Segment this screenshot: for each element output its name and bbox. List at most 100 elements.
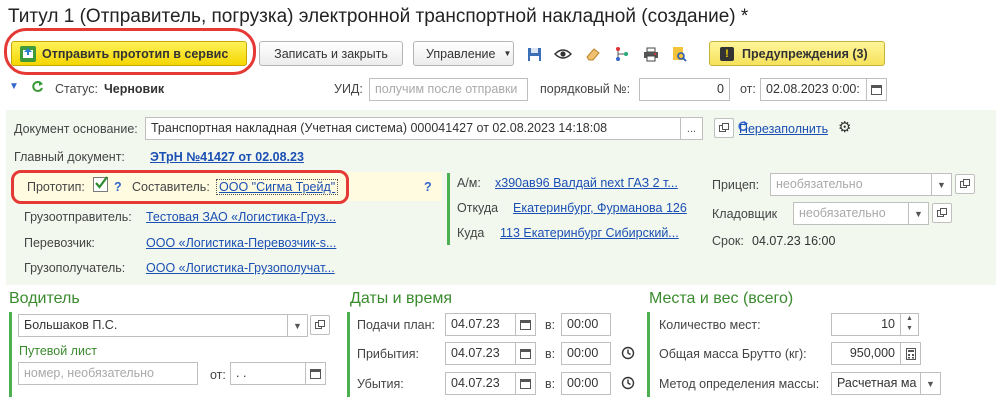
status-value: Черновик xyxy=(104,82,165,96)
gross-weight-field[interactable]: 950,000 xyxy=(831,342,901,365)
eye-icon[interactable] xyxy=(553,44,573,64)
waybill-label: Путевой лист xyxy=(19,344,97,358)
find-document-icon[interactable] xyxy=(669,44,689,64)
departure-label: Убытия: xyxy=(357,377,404,391)
arrival-clock-icon[interactable] xyxy=(621,346,635,363)
storekeeper-label: Кладовщик xyxy=(712,207,778,221)
vehicle-link[interactable]: х390ав96 Валдай next ГАЗ 2 т... xyxy=(495,176,687,190)
submit-date-field[interactable]: 04.07.23 xyxy=(445,313,516,336)
calendar-icon[interactable] xyxy=(867,78,887,101)
save-close-button[interactable]: Записать и закрыть xyxy=(259,41,403,66)
shipper-label: Грузоотправитель: xyxy=(24,210,132,224)
eraser-icon[interactable] xyxy=(583,44,603,64)
places-heading: Места и вес (всего) xyxy=(649,290,794,307)
waybill-date-field[interactable]: . . xyxy=(230,362,306,385)
calculator-icon[interactable] xyxy=(901,342,921,365)
warnings-button[interactable]: ! Предупреждения (3) xyxy=(709,41,885,66)
base-doc-field[interactable]: Транспортная накладная (Учетная система)… xyxy=(145,117,681,140)
dates-accent-bar xyxy=(347,312,350,397)
trailer-field[interactable]: необязательно xyxy=(770,173,932,196)
places-count-field[interactable]: 10 xyxy=(831,313,901,336)
submit-at-label: в: xyxy=(545,318,556,332)
date-from-label: от: xyxy=(740,82,756,96)
window-title: Титул 1 (Отправитель, погрузка) электрон… xyxy=(8,6,749,27)
main-doc-link[interactable]: ЭТрН №41427 от 02.08.23 xyxy=(150,150,304,164)
places-accent-bar xyxy=(647,312,650,397)
warnings-label: Предупреждения (3) xyxy=(742,46,868,61)
waybill-calendar-icon[interactable] xyxy=(306,362,326,385)
places-count-label: Количество мест: xyxy=(659,318,761,332)
ellipsis-button[interactable]: ... xyxy=(681,117,703,140)
arrival-label: Прибытия: xyxy=(357,347,420,361)
departure-at-label: в: xyxy=(545,377,556,391)
chevron-down-icon: ▼ xyxy=(503,49,512,58)
warning-icon: ! xyxy=(720,46,734,61)
weight-method-dropdown-icon[interactable]: ▼ xyxy=(921,372,941,395)
term-label: Срок: xyxy=(712,234,744,248)
term-value: 04.07.23 16:00 xyxy=(752,234,836,248)
main-doc-label: Главный документ: xyxy=(14,150,125,164)
departure-date-field[interactable]: 04.07.23 xyxy=(445,372,516,395)
document-date-field[interactable]: 02.08.2023 0:00: xyxy=(760,78,867,101)
structure-icon[interactable] xyxy=(612,44,632,64)
shipper-link[interactable]: Тестовая ЗАО «Логистика-Груз... xyxy=(146,210,342,224)
trailer-label: Прицеп: xyxy=(712,178,760,192)
route-from-link[interactable]: Екатеринбург, Фурманова 126 xyxy=(513,201,687,215)
dates-heading: Даты и время xyxy=(350,290,452,307)
arrival-calendar-icon[interactable] xyxy=(516,342,536,365)
composer-help-icon[interactable]: ? xyxy=(424,180,432,194)
save-icon[interactable] xyxy=(524,44,544,64)
highlight-oval xyxy=(4,28,256,75)
carrier-link[interactable]: ООО «Логистика-Перевозчик-s... xyxy=(146,236,346,250)
arrival-at-label: в: xyxy=(545,347,556,361)
carrier-label: Перевозчик: xyxy=(24,236,95,250)
waybill-field[interactable]: номер, необязательно xyxy=(18,362,198,385)
base-doc-label: Документ основание: xyxy=(14,122,138,136)
status-label: Статус: xyxy=(55,82,98,96)
trailer-dropdown-icon[interactable]: ▼ xyxy=(932,173,952,196)
count-stepper[interactable]: ▲ ▼ xyxy=(901,313,919,336)
route-accent-bar xyxy=(447,173,450,245)
stepper-up-icon[interactable]: ▲ xyxy=(901,314,918,324)
consignee-link[interactable]: ООО «Логистика-Грузополучат... xyxy=(146,261,342,275)
submit-time-field[interactable]: 00:00 xyxy=(561,313,611,336)
print-icon[interactable] xyxy=(641,44,661,64)
departure-time-field[interactable]: 00:00 xyxy=(561,372,611,395)
gear-icon[interactable]: ⚙ xyxy=(838,120,851,135)
departure-calendar-icon[interactable] xyxy=(516,372,536,395)
manage-label: Управление xyxy=(426,46,496,61)
refill-link[interactable]: Перезаполнить xyxy=(739,122,828,136)
arrival-time-field[interactable]: 00:00 xyxy=(561,342,611,365)
trailer-open-icon[interactable] xyxy=(955,174,975,194)
collapse-chevron-icon[interactable]: ▼ xyxy=(9,81,19,92)
vehicle-label: А/м: xyxy=(457,176,481,190)
storekeeper-field[interactable]: необязательно xyxy=(793,202,909,225)
route-from-label: Откуда xyxy=(457,201,499,215)
departure-clock-icon[interactable] xyxy=(621,376,635,393)
submit-calendar-icon[interactable] xyxy=(516,313,536,336)
arrival-date-field[interactable]: 04.07.23 xyxy=(445,342,516,365)
route-to-label: Куда xyxy=(457,226,485,240)
weight-method-label: Метод определения массы: xyxy=(659,377,820,391)
driver-dropdown-icon[interactable]: ▼ xyxy=(288,314,308,337)
sequence-label: порядковый №: xyxy=(540,82,631,96)
highlight-box xyxy=(11,170,349,204)
refresh-icon[interactable] xyxy=(31,80,44,96)
gross-weight-label: Общая масса Брутто (кг): xyxy=(659,347,807,361)
driver-heading: Водитель xyxy=(9,290,80,307)
driver-open-icon[interactable] xyxy=(310,315,330,335)
waybill-from-label: от: xyxy=(210,368,226,382)
manage-dropdown[interactable]: Управление ▼ xyxy=(413,41,514,66)
uid-label: УИД: xyxy=(334,82,363,96)
stepper-down-icon[interactable]: ▼ xyxy=(901,324,918,334)
uid-field[interactable]: получим после отправки xyxy=(369,78,528,101)
storekeeper-dropdown-icon[interactable]: ▼ xyxy=(909,202,929,225)
sequence-field[interactable]: 0 xyxy=(639,78,730,101)
driver-field[interactable]: Большаков П.С. xyxy=(18,314,288,337)
weight-method-field[interactable]: Расчетная ма xyxy=(831,372,921,395)
route-to-link[interactable]: 113 Екатеринбург Сибирский... xyxy=(500,226,686,240)
storekeeper-open-icon[interactable] xyxy=(932,203,952,223)
driver-accent-bar xyxy=(9,312,12,397)
consignee-label: Грузополучатель: xyxy=(24,261,126,275)
open-icon[interactable] xyxy=(714,118,734,138)
